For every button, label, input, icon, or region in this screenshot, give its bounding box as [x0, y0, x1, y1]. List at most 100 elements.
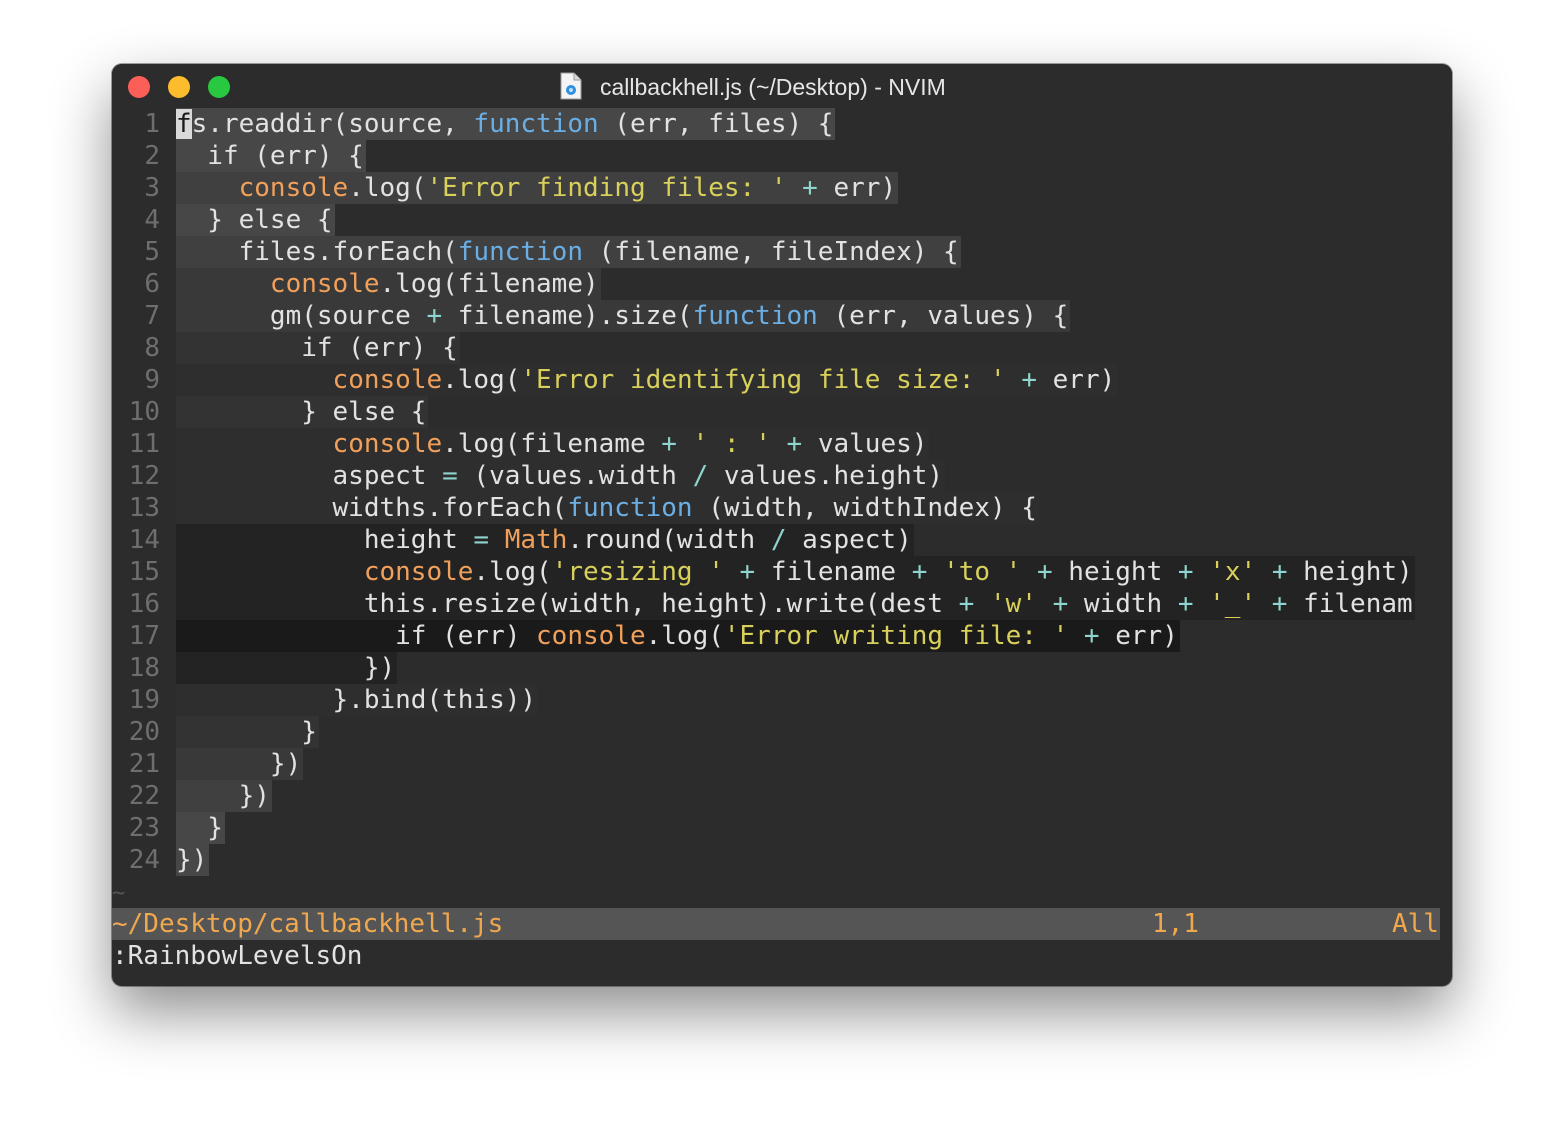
code-line[interactable]: 16 this.resize(width, height).write(dest… [112, 588, 1452, 620]
code-token: if (err) [176, 621, 537, 651]
code-line[interactable]: 9 console.log('Error identifying file si… [112, 364, 1452, 396]
close-window-button[interactable] [128, 76, 150, 98]
code-token: 'resizing ' [551, 557, 724, 587]
code-token: filenam [1287, 589, 1413, 619]
code-text: height = Math.round(width / aspect) [176, 524, 914, 556]
code-token: height) [1287, 557, 1413, 587]
status-line: ~/Desktop/callbackhell.js 1,1 All [112, 908, 1440, 940]
command-line[interactable]: :RainbowLevelsOn [112, 940, 362, 972]
code-token: widths.forEach( [176, 493, 568, 523]
code-token: (values.width [457, 461, 693, 491]
code-token: + [426, 301, 443, 331]
code-line[interactable]: 10 } else { [112, 396, 1452, 428]
zoom-window-button[interactable] [208, 76, 230, 98]
code-token: 'x' [1209, 557, 1257, 587]
line-number: 3 [144, 173, 160, 203]
code-line[interactable]: 8 if (err) { [112, 332, 1452, 364]
code-token: filename [755, 557, 912, 587]
code-line[interactable]: 1 fs.readdir(source, function (err, files… [112, 108, 1452, 140]
code-line[interactable]: 2 if (err) { [112, 140, 1452, 172]
code-line[interactable]: 3 console.log('Error finding files: ' + … [112, 172, 1452, 204]
line-number: 15 [128, 557, 160, 587]
code-text: gm(source + filename).size(function (err… [176, 300, 1071, 332]
code-token: .log(filename) [379, 269, 599, 299]
nvim-window: callbackhell.js (~/Desktop) - NVIM 1 fs.r… [112, 64, 1452, 986]
code-line[interactable]: 18 }) [112, 652, 1452, 684]
code-token: + [1037, 557, 1053, 587]
window-title: callbackhell.js (~/Desktop) - NVIM [600, 74, 946, 100]
status-cursor-position: 1,1 [1152, 909, 1199, 939]
code-token: + [1021, 365, 1037, 395]
code-line[interactable]: 24}) [112, 844, 1452, 876]
code-token: / [770, 525, 787, 555]
minimize-window-button[interactable] [168, 76, 190, 98]
code-line[interactable]: 23 } [112, 812, 1452, 844]
code-text: }) [176, 844, 210, 876]
title-bar: callbackhell.js (~/Desktop) - NVIM [112, 64, 1452, 108]
code-text: if (err) { [176, 332, 460, 364]
text-cursor: f [176, 109, 192, 139]
code-token: function [473, 109, 599, 139]
code-text: if (err) { [176, 140, 366, 172]
code-token: + [1083, 621, 1100, 651]
code-token: filename).size( [442, 301, 693, 331]
code-token: values.height) [708, 461, 944, 491]
line-number: 12 [128, 461, 160, 491]
code-line[interactable]: 21 }) [112, 748, 1452, 780]
code-token: = [473, 525, 490, 555]
code-token: 'Error writing file: ' [723, 621, 1069, 651]
code-line[interactable]: 19 }.bind(this)) [112, 684, 1452, 716]
code-token: + [911, 557, 928, 587]
code-token: 'Error identifying file size: ' [520, 365, 1006, 395]
code-line[interactable]: 4 } else { [112, 204, 1452, 236]
editor-buffer[interactable]: 1 fs.readdir(source, function (err, files… [112, 108, 1452, 908]
line-number: 10 [128, 397, 160, 427]
code-line[interactable]: 17 if (err) console.log('Error writing f… [112, 620, 1452, 652]
code-token: }.bind(this)) [176, 685, 537, 715]
code-line[interactable]: 15 console.log('resizing ' + filename + … [112, 556, 1452, 588]
code-token: files.forEach( [176, 237, 458, 267]
code-token: console [238, 173, 349, 203]
code-token: aspect) [786, 525, 912, 555]
code-token: err) [1099, 621, 1178, 651]
code-line[interactable]: 5 files.forEach(function (filename, file… [112, 236, 1452, 268]
code-token: (width, widthIndex) { [692, 493, 1037, 523]
code-line[interactable]: 22 }) [112, 780, 1452, 812]
code-token: } [176, 717, 317, 747]
code-token: function [457, 237, 583, 267]
code-line[interactable]: 11 console.log(filename + ' : ' + values… [112, 428, 1452, 460]
code-token: err) [1036, 365, 1116, 395]
code-line[interactable]: 6 console.log(filename) [112, 268, 1452, 300]
code-token: } else { [176, 397, 427, 427]
code-token: .log(filename [442, 429, 662, 459]
code-line[interactable]: 13 widths.forEach(function (width, width… [112, 492, 1452, 524]
code-text: console.log(filename) [176, 268, 601, 300]
status-file-path: ~/Desktop/callbackhell.js [112, 909, 504, 939]
code-token: 'to ' [943, 557, 1022, 587]
code-token: }) [176, 653, 396, 683]
code-line[interactable]: 7 gm(source + filename).size(function (e… [112, 300, 1452, 332]
code-token: } else { [176, 205, 333, 235]
code-token: if (err) { [176, 141, 364, 171]
javascript-file-icon [560, 72, 582, 100]
code-text: console.log('Error identifying file size… [176, 364, 1118, 396]
code-text: } else { [176, 204, 335, 236]
code-line[interactable]: 14 height = Math.round(width / aspect) [112, 524, 1452, 556]
code-token: + [1052, 589, 1069, 619]
code-line[interactable]: 12 aspect = (values.width / values.heigh… [112, 460, 1452, 492]
code-token: / [692, 461, 709, 491]
code-line[interactable]: 20 } [112, 716, 1452, 748]
code-token: 'Error finding files: ' [426, 173, 787, 203]
code-text: widths.forEach(function (width, widthInd… [176, 492, 1039, 524]
code-text: }) [176, 748, 304, 780]
code-token: err) [817, 173, 897, 203]
code-text: console.log('resizing ' + filename + 'to… [176, 556, 1415, 588]
line-number: 21 [128, 749, 160, 779]
code-text: console.log('Error finding files: ' + er… [176, 172, 899, 204]
